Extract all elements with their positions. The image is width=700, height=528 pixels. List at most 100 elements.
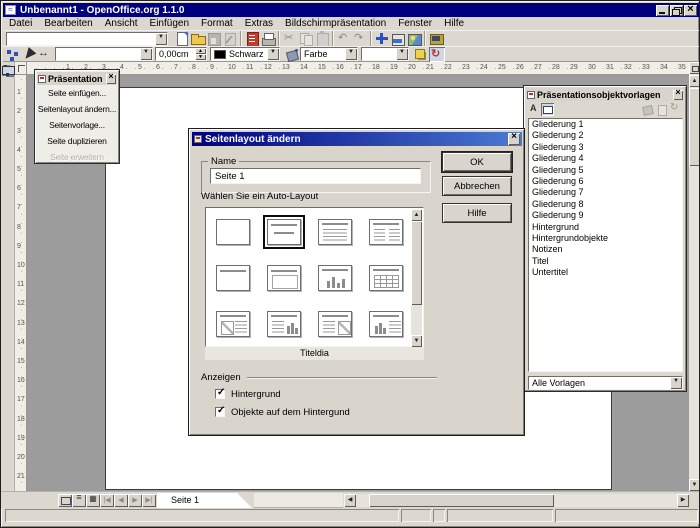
line-width-spinner[interactable]: 0,00cm [155,47,207,61]
export-pdf-icon[interactable] [244,31,260,46]
style-item[interactable]: Notizen [529,244,682,255]
graphic-styles-icon[interactable] [527,103,540,116]
dropdown-arrow-icon[interactable] [396,48,408,60]
style-filter-combobox[interactable]: Alle Vorlagen [528,376,683,390]
edit-file-icon[interactable] [222,31,238,46]
layout-thumbnail[interactable] [207,209,258,255]
dialog-close-icon[interactable] [508,133,520,145]
layout-thumbnail[interactable] [360,209,411,255]
view-slides-icon[interactable] [86,494,100,507]
stylist-icon[interactable] [390,31,406,46]
dropdown-arrow-icon[interactable] [140,48,152,60]
presentation-styles-icon[interactable] [541,103,554,116]
layout-thumbnail[interactable] [258,255,309,301]
redo-icon[interactable] [352,31,368,46]
page-tab[interactable]: Seite 1 [157,493,254,509]
close-button[interactable] [684,5,697,16]
vertical-scrollbar[interactable]: ▲ ▼ [689,62,700,491]
shadow-icon[interactable] [413,47,429,62]
style-item[interactable]: Gliederung 5 [529,165,682,176]
layout-scrollbar-thumb[interactable] [411,221,422,305]
horizontal-scrollbar[interactable]: ◀ ▶ [344,494,689,507]
style-item[interactable]: Hintergrund [529,222,682,233]
palette-item[interactable]: Seitenlayout ändern... [37,101,117,117]
layout-thumbnail[interactable] [258,209,309,255]
style-item[interactable]: Gliederung 9 [529,210,682,221]
spin-down-icon[interactable] [195,54,206,60]
layout-thumbnail[interactable] [309,209,360,255]
edit-points-icon[interactable] [5,47,21,62]
checkbox[interactable] [215,407,225,417]
open-icon[interactable] [190,31,206,46]
navigator-icon[interactable] [374,31,390,46]
horizontal-scrollbar-thumb[interactable] [369,494,554,507]
name-input[interactable]: Seite 1 [210,168,421,184]
layout-thumbnail[interactable] [258,301,309,347]
layout-thumbnail[interactable] [309,301,360,347]
palette-item[interactable]: Seite einfügen... [37,85,117,101]
ok-button[interactable]: OK [442,152,512,172]
gallery-icon[interactable] [406,31,422,46]
style-item[interactable]: Gliederung 1 [529,119,682,130]
scroll-down-icon[interactable]: ▼ [689,479,700,491]
style-item[interactable]: Untertitel [529,267,682,278]
area-fill-icon[interactable] [284,47,300,62]
vertical-scrollbar-thumb[interactable] [689,88,700,166]
palette-item[interactable]: Seite duplizieren [37,133,117,149]
layout-scrollbar[interactable]: ▲ ▼ [411,209,422,347]
paste-icon[interactable] [314,31,330,46]
checkbox-row[interactable]: Objekte auf dem Hintergund [215,403,435,421]
view-outline-icon[interactable] [72,494,86,507]
pen-icon[interactable] [21,47,37,62]
style-item[interactable]: Titel [529,256,682,267]
stylist-close-icon[interactable] [673,90,683,100]
style-item[interactable]: Gliederung 4 [529,153,682,164]
first-page-icon[interactable]: |◀ [100,494,114,507]
new-style-from-selection-icon[interactable] [655,103,668,116]
dialog-titlebar[interactable]: Seitenlayout ändern [192,132,522,146]
minimize-button[interactable] [656,5,669,16]
menu-item[interactable]: Datei [3,17,38,30]
scroll-left-icon[interactable]: ◀ [344,494,356,507]
palette-item[interactable]: Seitenvorlage... [37,117,117,133]
line-ends-icon[interactable] [37,47,53,62]
undo-icon[interactable] [336,31,352,46]
layout-thumbnail[interactable] [207,255,258,301]
fill-style-combobox[interactable]: Farbe [300,47,358,61]
dropdown-arrow-icon[interactable] [267,48,279,60]
style-item[interactable]: Gliederung 6 [529,176,682,187]
scroll-up-icon[interactable]: ▲ [411,209,422,221]
style-item[interactable]: Gliederung 8 [529,199,682,210]
menu-item[interactable]: Hilfe [438,17,470,30]
style-item[interactable]: Gliederung 3 [529,142,682,153]
style-item[interactable]: Gliederung 2 [529,130,682,141]
dropdown-arrow-icon[interactable] [345,48,357,60]
palette-titlebar[interactable]: Präsentation [37,72,117,85]
scrollbar-corner-button[interactable] [689,62,700,74]
copy-icon[interactable] [298,31,314,46]
save-icon[interactable] [206,31,222,46]
new-document-icon[interactable] [174,31,190,46]
layout-thumbnail[interactable] [360,301,411,347]
checkbox-row[interactable]: Hintergrund [215,385,435,403]
last-page-icon[interactable]: ▶| [142,494,156,507]
update-style-icon[interactable] [669,103,682,116]
menu-item[interactable]: Bearbeiten [38,17,98,30]
scroll-right-icon[interactable]: ▶ [677,494,689,507]
layout-thumbnail[interactable] [360,255,411,301]
fill-format-mode-icon[interactable] [641,103,654,116]
stylist-titlebar[interactable]: Präsentationsobjektvorlagen [526,88,684,101]
checkbox[interactable] [215,389,225,399]
menu-item[interactable]: Bildschirmpräsentation [279,17,392,30]
scroll-down-icon[interactable]: ▼ [411,335,422,347]
rotation-mode-icon[interactable] [429,47,445,62]
cancel-button[interactable]: Abbrechen [442,176,512,196]
print-icon[interactable] [260,31,276,46]
palette-item[interactable]: Seite erweitern [37,149,117,165]
menu-item[interactable]: Extras [239,17,279,30]
menu-item[interactable]: Einfügen [144,17,195,30]
layout-thumbnail[interactable] [309,255,360,301]
help-button[interactable]: Hilfe [442,203,512,223]
url-combobox[interactable] [6,32,168,46]
line-style-combobox[interactable] [55,47,153,61]
